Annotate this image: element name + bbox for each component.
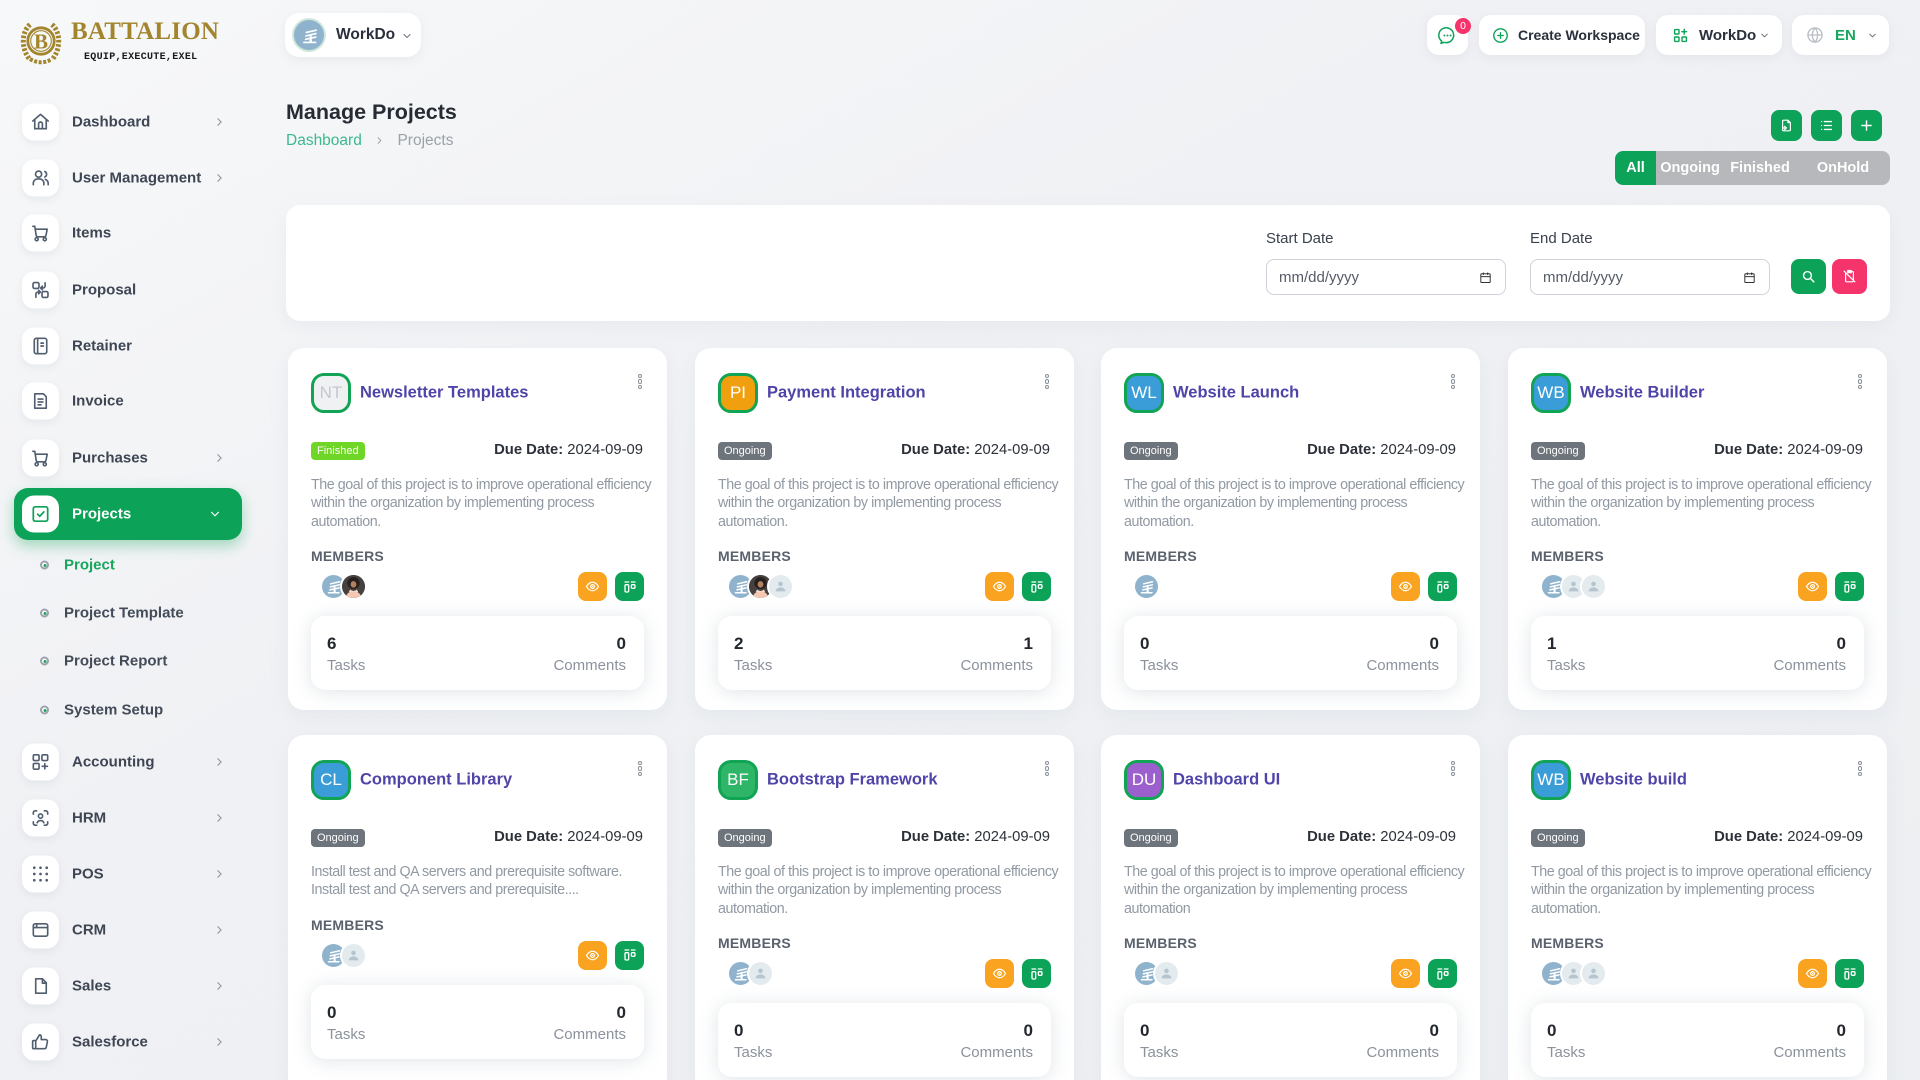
svg-text:B: B — [34, 30, 48, 54]
